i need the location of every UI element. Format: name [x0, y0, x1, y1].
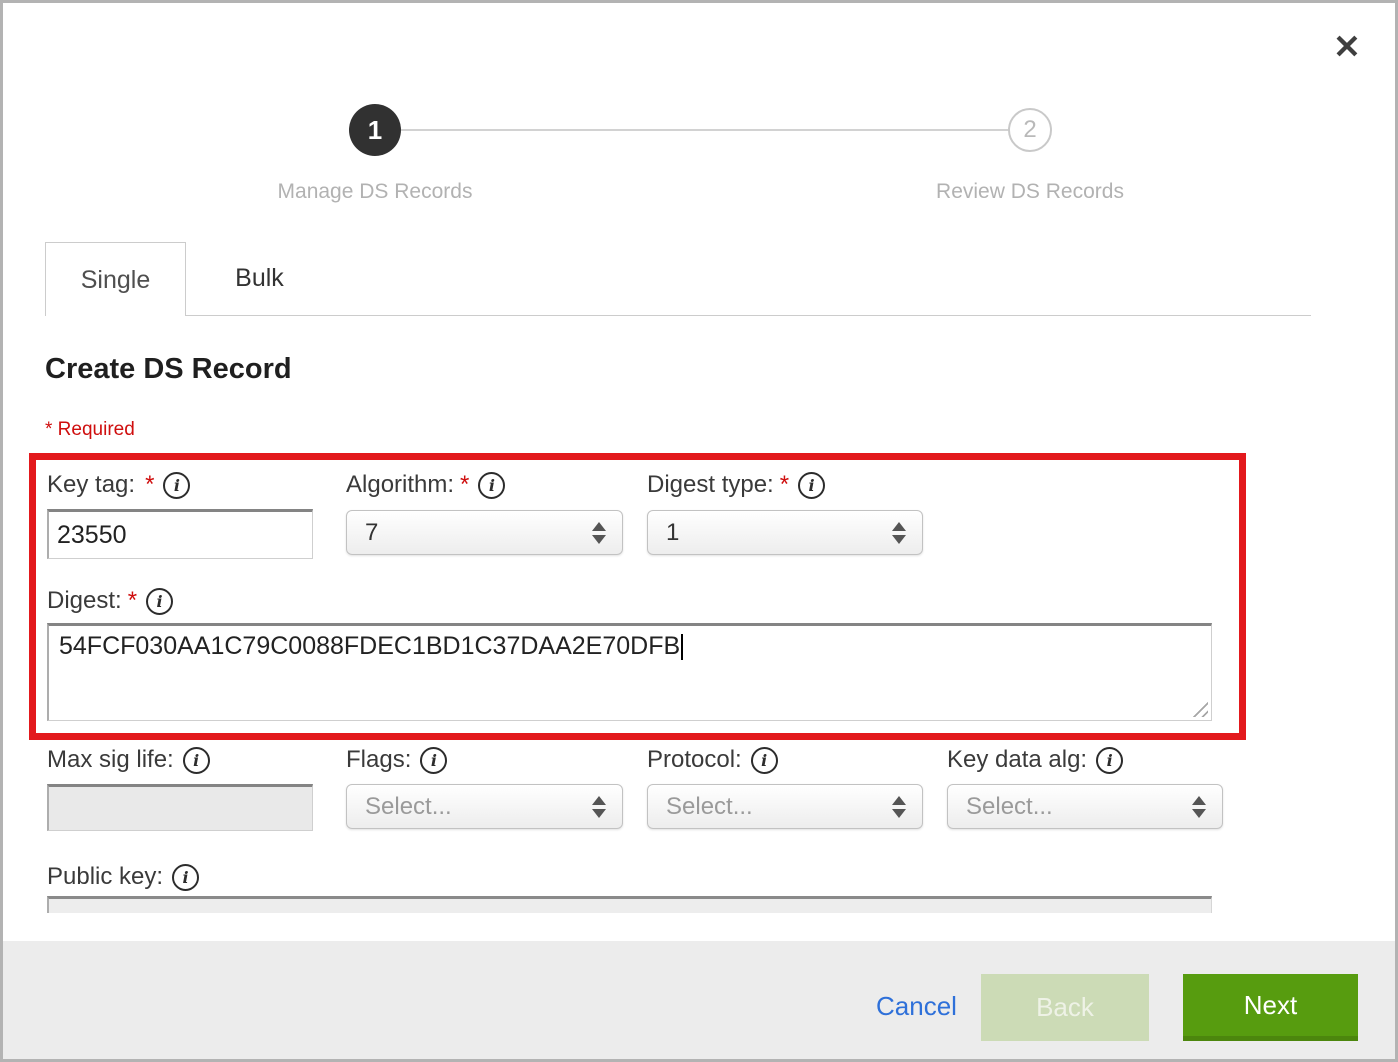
stepper-step-1-circle: 1: [349, 104, 401, 156]
key-data-alg-select[interactable]: Select...: [947, 784, 1223, 829]
stepper-step-2-label: Review DS Records: [850, 180, 1210, 204]
cancel-button[interactable]: Cancel: [876, 991, 957, 1022]
create-ds-record-dialog: ✕ 1 2 Manage DS Records Review DS Record…: [0, 0, 1398, 1062]
digest-required-asterisk: *: [128, 587, 137, 615]
public-key-info-icon[interactable]: i: [172, 864, 199, 891]
max-sig-life-input[interactable]: [47, 784, 313, 831]
up-down-arrows-icon: [592, 522, 606, 544]
back-button[interactable]: Back: [981, 974, 1149, 1041]
text-cursor: [681, 634, 683, 660]
next-button[interactable]: Next: [1183, 974, 1358, 1041]
digest-textarea-value: 54FCF030AA1C79C0088FDEC1BD1C37DAA2E70DFB: [59, 632, 680, 660]
up-down-arrows-icon: [892, 796, 906, 818]
flags-select-value: Select...: [347, 793, 592, 821]
tab-single[interactable]: Single: [45, 242, 186, 316]
digest-type-required-asterisk: *: [780, 471, 789, 499]
max-sig-life-info-icon[interactable]: i: [183, 747, 210, 774]
close-icon[interactable]: ✕: [1329, 29, 1365, 65]
algorithm-label-text: Algorithm:: [346, 471, 454, 499]
digest-label-text: Digest:: [47, 587, 122, 615]
algorithm-select-value: 7: [347, 519, 592, 547]
stepper-step-2-circle: 2: [1008, 108, 1052, 152]
up-down-arrows-icon: [1192, 796, 1206, 818]
up-down-arrows-icon: [592, 796, 606, 818]
flags-info-icon[interactable]: i: [420, 747, 447, 774]
stepper-step-1-label: Manage DS Records: [195, 180, 555, 204]
flags-label: Flags: i: [346, 745, 447, 775]
key-tag-required-asterisk: *: [145, 471, 154, 499]
key-tag-input[interactable]: [47, 509, 313, 559]
algorithm-info-icon[interactable]: i: [478, 472, 505, 499]
digest-type-select-value: 1: [648, 519, 892, 547]
algorithm-label: Algorithm: * i: [346, 470, 505, 500]
digest-textarea[interactable]: 54FCF030AA1C79C0088FDEC1BD1C37DAA2E70DFB: [47, 623, 1212, 721]
key-tag-info-icon[interactable]: i: [163, 472, 190, 499]
key-data-alg-label-text: Key data alg:: [947, 746, 1087, 774]
key-tag-label-text: Key tag:: [47, 471, 135, 499]
key-tag-label: Key tag: * i: [47, 470, 190, 500]
key-data-alg-info-icon[interactable]: i: [1096, 747, 1123, 774]
digest-type-info-icon[interactable]: i: [798, 472, 825, 499]
key-data-alg-label: Key data alg: i: [947, 745, 1123, 775]
flags-select[interactable]: Select...: [346, 784, 623, 829]
up-down-arrows-icon: [892, 522, 906, 544]
algorithm-select[interactable]: 7: [346, 510, 623, 555]
key-data-alg-select-value: Select...: [948, 793, 1192, 821]
max-sig-life-label-text: Max sig life:: [47, 746, 174, 774]
tab-bulk[interactable]: Bulk: [186, 242, 333, 315]
page-title: Create DS Record: [45, 353, 292, 386]
public-key-label-text: Public key:: [47, 863, 163, 891]
digest-type-label-text: Digest type:: [647, 471, 774, 499]
public-key-textarea[interactable]: [47, 896, 1212, 913]
digest-type-select[interactable]: 1: [647, 510, 923, 555]
protocol-label: Protocol: i: [647, 745, 778, 775]
digest-info-icon[interactable]: i: [146, 588, 173, 615]
digest-type-label: Digest type: * i: [647, 470, 825, 500]
public-key-label: Public key: i: [47, 862, 199, 892]
required-note: * Required: [45, 419, 135, 441]
resize-handle-icon[interactable]: [1189, 698, 1208, 717]
tab-underline-rule: [186, 315, 1311, 316]
flags-label-text: Flags:: [346, 746, 411, 774]
stepper-connector-line: [375, 129, 1030, 131]
protocol-info-icon[interactable]: i: [751, 747, 778, 774]
max-sig-life-label: Max sig life: i: [47, 745, 210, 775]
protocol-select[interactable]: Select...: [647, 784, 923, 829]
protocol-select-value: Select...: [648, 793, 892, 821]
algorithm-required-asterisk: *: [460, 471, 469, 499]
protocol-label-text: Protocol:: [647, 746, 742, 774]
digest-label: Digest: * i: [47, 586, 173, 616]
